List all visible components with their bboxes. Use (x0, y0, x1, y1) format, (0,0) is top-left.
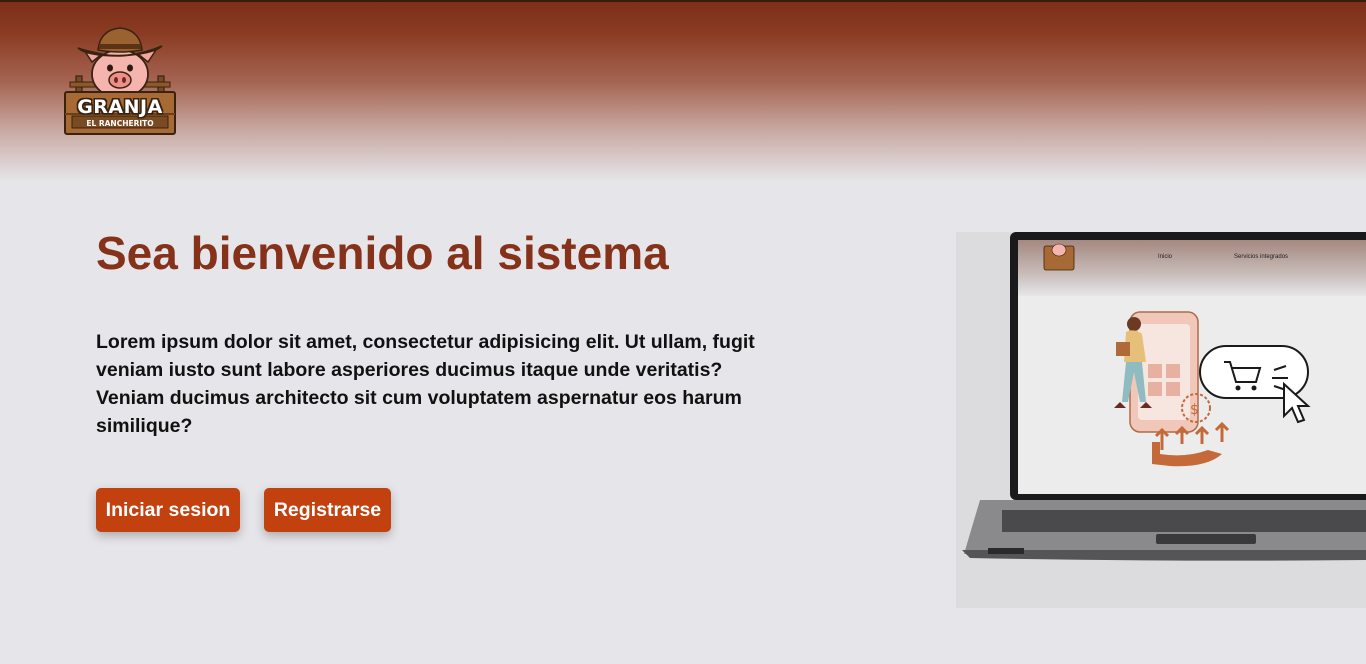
brand-name: GRANJA (77, 96, 163, 118)
login-button[interactable]: Iniciar sesion (96, 488, 240, 532)
screen-nav-inicio: Inicio (1158, 254, 1173, 260)
top-border (0, 0, 1366, 2)
brand-subtitle: EL RANCHERITO (86, 119, 154, 128)
screen-nav-servicios: Servicios integrados (1234, 254, 1289, 260)
brand-logo[interactable]: GRANJA EL RANCHERITO (62, 24, 178, 136)
page-header (0, 0, 1366, 182)
laptop-illustration: $ Inicio Servicios integrados (956, 232, 1366, 608)
page-title: Sea bienvenido al sistema (96, 227, 669, 279)
hero-description: Lorem ipsum dolor sit amet, consectetur … (96, 331, 755, 437)
register-button[interactable]: Registrarse (264, 488, 391, 532)
laptop-shopping-illustration: $ (962, 232, 1366, 561)
svg-text:$: $ (1190, 402, 1199, 418)
